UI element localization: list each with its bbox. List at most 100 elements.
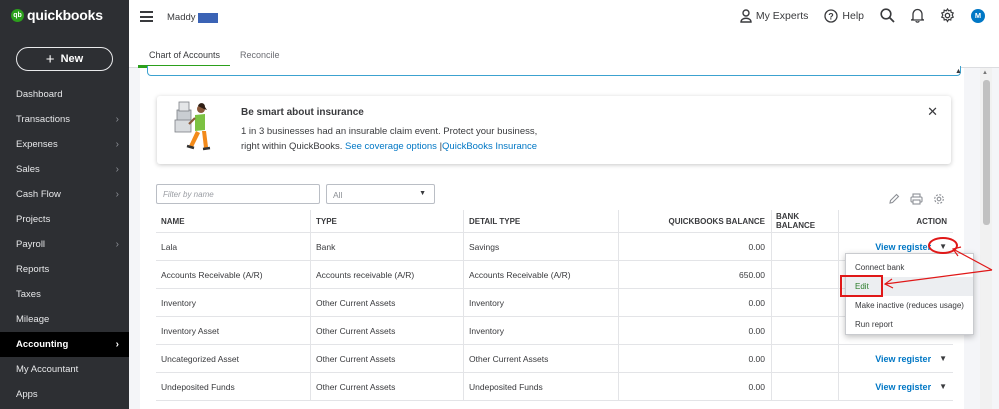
- table-row[interactable]: Accounts Receivable (A/R) Accounts receiv…: [156, 261, 953, 289]
- svg-text:?: ?: [829, 11, 835, 21]
- cell-qb: 0.00: [618, 373, 771, 400]
- collapsed-panel: [147, 66, 961, 76]
- action-dropdown-caret-icon[interactable]: ▼: [939, 382, 947, 391]
- settings-gear-icon[interactable]: [933, 193, 945, 205]
- cell-detail: Inventory: [463, 317, 618, 344]
- col-header-name[interactable]: NAME: [156, 210, 310, 232]
- view-register-link[interactable]: View register: [875, 354, 931, 364]
- see-coverage-options-link[interactable]: See coverage options: [345, 141, 437, 152]
- printer-icon[interactable]: [910, 193, 923, 205]
- cell-detail: Accounts Receivable (A/R): [463, 261, 618, 288]
- sidebar-item-label: Apps: [16, 389, 38, 400]
- table-row[interactable]: Undeposited Funds Other Current Assets Und…: [156, 373, 953, 401]
- sidebar-item-my-accountant[interactable]: My Accountant: [0, 357, 129, 382]
- chevron-right-icon: ›: [115, 239, 119, 250]
- sidebar-item-label: Reports: [16, 264, 50, 275]
- hamburger-menu-icon[interactable]: [140, 11, 153, 22]
- chart-of-accounts-table: NAME TYPE DETAIL TYPE QUICKBOOKS BALANCE…: [156, 210, 953, 401]
- sidebar-item-label: Sales: [16, 164, 40, 175]
- help-button[interactable]: ? Help: [824, 8, 864, 23]
- bell-icon[interactable]: [911, 8, 924, 23]
- tab-bar: Chart of Accounts Reconcile: [129, 36, 999, 68]
- cell-name: Uncategorized Asset: [161, 353, 239, 364]
- dropdown-caret-highlight-circle: [928, 237, 958, 254]
- sidebar-item-label: Transactions: [16, 114, 71, 125]
- table-row[interactable]: Uncategorized Asset Other Current Assets O…: [156, 345, 953, 373]
- chevron-right-icon: ›: [115, 139, 119, 150]
- menu-item-make-inactive[interactable]: Make inactive (reduces usage): [846, 296, 973, 315]
- cell-bank: [771, 373, 838, 400]
- close-icon[interactable]: ✕: [927, 104, 938, 120]
- table-row[interactable]: Inventory Other Current Assets Inventory 0.…: [156, 289, 953, 317]
- gear-icon[interactable]: [940, 8, 955, 23]
- quickbooks-insurance-link[interactable]: QuickBooks Insurance: [442, 141, 537, 152]
- banner-text-line-2: right within QuickBooks. See coverage op…: [241, 141, 537, 152]
- cell-bank: [771, 261, 838, 288]
- sidebar-item-label: Expenses: [16, 139, 58, 150]
- view-register-link[interactable]: View register: [875, 242, 931, 252]
- user-avatar[interactable]: M: [971, 8, 985, 23]
- col-header-detail-type[interactable]: DETAIL TYPE: [463, 210, 618, 232]
- search-icon[interactable]: [880, 8, 895, 23]
- cell-detail: Inventory: [463, 289, 618, 316]
- sidebar-item-dashboard[interactable]: Dashboard: [0, 82, 129, 107]
- scrollbar-thumb[interactable]: [983, 80, 990, 225]
- table-row[interactable]: Lala Bank Savings 0.00 View register ▼: [156, 233, 953, 261]
- my-experts-button[interactable]: My Experts: [740, 8, 809, 23]
- sidebar-item-sales[interactable]: Sales ›: [0, 157, 129, 182]
- person-icon: [740, 8, 752, 23]
- banner-text-line-1: 1 in 3 businesses had an insurable claim…: [241, 126, 538, 137]
- cell-qb: 0.00: [618, 233, 771, 260]
- cell-detail: Other Current Assets: [463, 345, 618, 372]
- insurance-banner: Be smart about insurance 1 in 3 business…: [157, 96, 951, 164]
- action-dropdown-caret-icon[interactable]: ▼: [939, 354, 947, 363]
- select-value: All: [333, 190, 343, 200]
- help-label: Help: [842, 9, 864, 22]
- quickbooks-logo[interactable]: qb quickbooks: [11, 7, 103, 23]
- table-tools: [888, 193, 945, 205]
- my-experts-label: My Experts: [755, 9, 809, 22]
- view-register-link[interactable]: View register: [875, 382, 931, 392]
- sidebar-item-mileage[interactable]: Mileage: [0, 307, 129, 332]
- table-row[interactable]: Inventory Asset Other Current Assets Inven…: [156, 317, 953, 345]
- scroll-up-arrow-icon[interactable]: ▲: [982, 70, 988, 76]
- company-name[interactable]: Maddy: [167, 12, 218, 23]
- sidebar-item-apps[interactable]: Apps: [0, 382, 129, 407]
- sidebar-item-label: Cash Flow: [16, 189, 61, 200]
- redacted-block: [197, 12, 218, 23]
- cell-detail: Savings: [463, 233, 618, 260]
- sidebar-item-payroll[interactable]: Payroll ›: [0, 232, 129, 257]
- chevron-right-icon: ›: [115, 164, 119, 175]
- sidebar-item-transactions[interactable]: Transactions ›: [0, 107, 129, 132]
- collapse-caret-icon[interactable]: ▲: [955, 68, 962, 75]
- col-header-quickbooks-balance[interactable]: QUICKBOOKS BALANCE: [618, 210, 771, 232]
- sidebar-item-label: Dashboard: [16, 89, 63, 100]
- sidebar-item-expenses[interactable]: Expenses ›: [0, 132, 129, 157]
- help-icon: ?: [824, 8, 839, 23]
- chevron-right-icon: ›: [115, 114, 119, 125]
- new-button-label: New: [60, 53, 84, 65]
- sidebar-item-label: Payroll: [16, 239, 46, 250]
- sidebar-item-projects[interactable]: Projects: [0, 207, 129, 232]
- menu-item-run-report[interactable]: Run report: [846, 315, 973, 334]
- account-type-select[interactable]: All ▼: [326, 184, 435, 204]
- col-header-type[interactable]: TYPE: [310, 210, 463, 232]
- sidebar-item-accounting[interactable]: Accounting ›: [0, 332, 129, 357]
- cell-qb: 0.00: [618, 289, 771, 316]
- banner-text-prefix: right within QuickBooks.: [241, 141, 343, 152]
- col-header-action: ACTION: [838, 210, 953, 232]
- sidebar-item-label: My Accountant: [16, 364, 79, 375]
- sidebar-item-cash-flow[interactable]: Cash Flow ›: [0, 182, 129, 207]
- filter-by-name-input[interactable]: [156, 184, 320, 204]
- new-button[interactable]: + New: [16, 47, 113, 71]
- sidebar-item-reports[interactable]: Reports: [0, 257, 129, 282]
- pencil-icon[interactable]: [888, 193, 900, 205]
- tab-reconcile[interactable]: Reconcile: [240, 50, 280, 60]
- person-carrying-boxes-illustration: [174, 101, 211, 151]
- table-body: Lala Bank Savings 0.00 View register ▼ Account…: [156, 233, 953, 401]
- cell-type: Accounts receivable (A/R): [310, 261, 463, 288]
- cell-type: Other Current Assets: [310, 373, 463, 400]
- tab-chart-of-accounts[interactable]: Chart of Accounts: [149, 50, 220, 60]
- sidebar-item-taxes[interactable]: Taxes: [0, 282, 129, 307]
- col-header-bank-balance[interactable]: BANK BALANCE: [771, 210, 838, 232]
